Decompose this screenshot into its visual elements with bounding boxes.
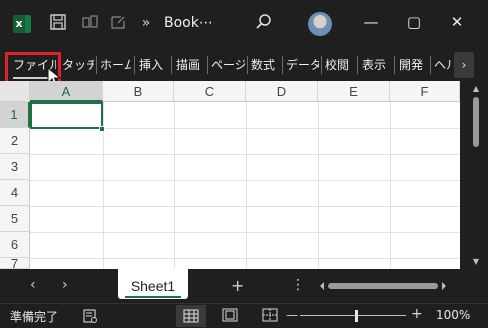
tab-touch[interactable]: タッチ [62,52,94,78]
tab-divider [134,56,135,74]
more-commands-icon[interactable]: » [136,13,156,33]
normal-view-button[interactable] [176,305,206,327]
grid-view-icon [183,309,199,323]
active-cell-a1[interactable] [30,102,103,129]
zoom-slider-thumb[interactable] [355,310,358,322]
accessibility-icon[interactable] [82,308,98,327]
tab-data[interactable]: データ [286,52,319,78]
grid-line [30,206,460,207]
tab-view[interactable]: 表示 [362,52,390,78]
spreadsheet-grid[interactable]: A B C D E F 1 2 3 4 5 6 7 [0,81,460,269]
zoom-out-button[interactable]: — [286,308,298,322]
tab-divider [430,56,431,74]
scroll-down-icon[interactable]: ▼ [471,257,481,266]
tab-divider [282,56,283,74]
tab-divider [394,56,395,74]
scroll-left-icon[interactable] [318,280,326,292]
tab-divider [321,56,322,74]
document-title[interactable]: Book⋯ [164,15,213,31]
status-text: 準備完了 [10,310,59,324]
tab-insert[interactable]: 挿入 [139,52,167,78]
select-all-corner[interactable] [0,81,30,102]
tab-home[interactable]: ホーム [100,52,131,78]
zoom-in-button[interactable]: + [411,306,423,322]
horizontal-scroll-thumb[interactable] [328,283,438,289]
excel-icon[interactable]: x [13,15,31,33]
status-bar: 準備完了 — + 100% [0,303,488,328]
close-button[interactable]: ✕ [445,13,469,31]
previous-sheet-icon[interactable]: ‹ [30,277,36,293]
row-header-2[interactable]: 2 [0,128,30,154]
vertical-scrollbar[interactable]: ▲ ▼ [460,81,488,269]
column-header-a[interactable]: A [30,81,103,102]
page-break-view-icon[interactable] [262,308,278,325]
row-header-1[interactable]: 1 [0,102,30,128]
tab-page-layout[interactable]: ページ [211,52,245,78]
row-header-6[interactable]: 6 [0,232,30,258]
column-header-d[interactable]: D [246,81,318,102]
tab-divider [171,56,172,74]
title-bar: x » Book⋯ — ▢ ✕ [0,0,488,48]
row-header-7[interactable]: 7 [0,258,30,269]
column-header-e[interactable]: E [318,81,390,102]
fill-handle[interactable] [99,126,105,132]
tab-developer[interactable]: 開発 [399,52,427,78]
sheet-tabs-bar: ‹ › Sheet1 + ⋮ [0,269,488,303]
tab-draw[interactable]: 描画 [176,52,204,78]
scroll-right-icon[interactable] [440,280,448,292]
tab-help[interactable]: ヘルプ [434,52,452,78]
grid-line [390,102,391,269]
column-header-b[interactable]: B [103,81,174,102]
grid-line [246,102,247,269]
tab-divider [96,56,97,74]
column-header-c[interactable]: C [174,81,246,102]
tab-divider [357,56,358,74]
ribbon-scroll-right-button[interactable]: › [454,52,474,78]
grid-line [174,102,175,269]
scroll-up-icon[interactable]: ▲ [471,84,481,93]
page-layout-view-icon[interactable] [222,308,238,325]
grid-line [30,232,460,233]
ribbon-tabs: ファイル タッチ ホーム 挿入 描画 ページ 数式 データ 校閲 表示 開発 ヘ… [0,52,488,78]
column-header-f[interactable]: F [390,81,460,102]
touch-mode-icon[interactable] [80,13,100,33]
vertical-scroll-thumb[interactable] [473,97,479,147]
tab-formulas[interactable]: 数式 [251,52,279,78]
save-icon[interactable] [48,13,68,33]
next-sheet-icon[interactable]: › [62,277,68,293]
horizontal-scrollbar[interactable] [318,280,448,292]
tab-review[interactable]: 校閲 [325,52,353,78]
sheet-tab-sheet1[interactable]: Sheet1 [118,269,188,299]
active-sheet-indicator [125,296,181,298]
customize-icon[interactable] [108,13,128,33]
tab-divider [247,56,248,74]
row-header-4[interactable]: 4 [0,180,30,206]
grid-line [318,102,319,269]
row-header-3[interactable]: 3 [0,154,30,180]
zoom-level[interactable]: 100% [436,308,470,322]
search-icon[interactable] [254,13,274,33]
grid-line [30,154,460,155]
tab-divider [207,56,208,74]
maximize-button[interactable]: ▢ [402,13,426,31]
avatar[interactable] [308,12,332,36]
zoom-slider[interactable] [300,315,406,316]
grid-line [30,258,460,259]
sheet-options-icon[interactable]: ⋮ [291,277,305,293]
minimize-button[interactable]: — [359,13,383,31]
row-header-5[interactable]: 5 [0,206,30,232]
grid-line [30,180,460,181]
add-sheet-button[interactable]: + [231,276,244,295]
